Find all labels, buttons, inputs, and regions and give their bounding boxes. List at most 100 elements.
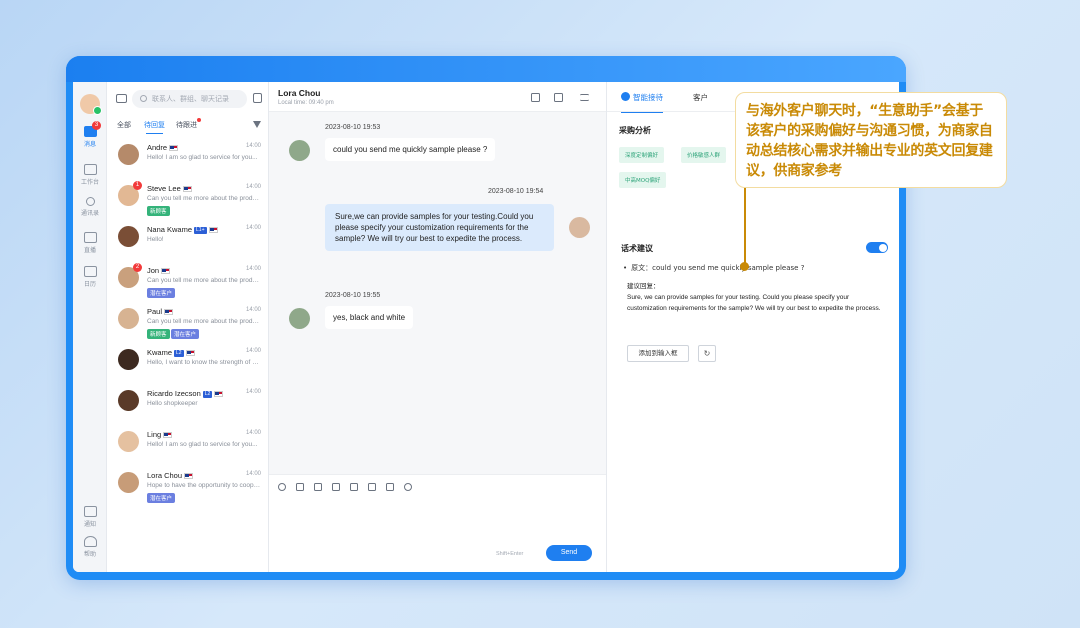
list-item[interactable]: Lora Chou 14:00 Hope to have the opportu…	[107, 465, 269, 506]
time: 14:00	[245, 184, 261, 190]
message-time: 2023-08-10 19:54	[488, 188, 544, 195]
time: 14:00	[245, 307, 261, 313]
conversation-list-pane: 联系人、群组、聊天记录 全部 待回复 待跟进 Andre 14:00 Hello…	[107, 82, 269, 572]
message-list: 2023-08-10 19:53 could you send me quick…	[269, 112, 606, 474]
original-message: 原文：could you send me quickly sample plea…	[623, 263, 804, 273]
rail-item-contacts[interactable]: 通讯录	[73, 197, 107, 217]
contact-avatar	[289, 140, 310, 161]
tab-all[interactable]: 全部	[117, 120, 131, 130]
list-item[interactable]: Paul 14:00 Can you tell me more about th…	[107, 301, 269, 342]
purchase-analysis-title: 采购分析	[619, 126, 651, 135]
name-text: Lora Chou	[147, 471, 183, 480]
preview: Hope to have the opportunity to cooperat…	[147, 482, 261, 489]
grid-icon	[83, 164, 97, 175]
local-time: Local time: 09:40 pm	[278, 100, 334, 106]
address-book-icon[interactable]	[253, 93, 262, 103]
rail-item-help[interactable]: 帮助	[73, 536, 107, 558]
unread-badge: 1	[133, 181, 142, 190]
list-item[interactable]: Ricardo Izecson L2 14:00 Hello shopkeeper	[107, 383, 269, 424]
phone-icon[interactable]	[404, 483, 412, 491]
card-icon[interactable]	[386, 483, 394, 491]
rail-item-live[interactable]: 直播	[73, 232, 107, 254]
rail-item-notify[interactable]: 通知	[73, 506, 107, 528]
contact-name: Steve Lee	[147, 184, 192, 193]
contact-avatar	[289, 308, 310, 329]
preview: Hello, I want to know the strength of yo…	[147, 359, 261, 366]
message-bubble: yes, black and white	[325, 306, 414, 329]
folder-icon[interactable]	[314, 483, 322, 491]
preview: Can you tell me more about the product?	[147, 318, 261, 325]
avatar	[118, 349, 139, 370]
reply-text: Sure, we can provide samples for your te…	[627, 294, 881, 312]
search-icon	[140, 95, 147, 102]
user-avatar[interactable]	[80, 94, 102, 115]
original-text: could you send me quickly sample please …	[652, 264, 805, 272]
search-history-icon[interactable]	[554, 93, 563, 102]
menu-icon[interactable]	[580, 94, 589, 101]
tab-smart-reception[interactable]: 智能接待	[621, 92, 663, 113]
rail-item-label: 日历	[83, 282, 96, 288]
chat-pane: Lora Chou Local time: 09:40 pm 2023-08-1…	[269, 82, 606, 572]
my-avatar	[569, 217, 590, 238]
add-to-input-button[interactable]: 添加到输入框	[627, 345, 689, 362]
message-bubble-mine: Sure,we can provide samples for your tes…	[325, 204, 554, 251]
contact-name: Kwame L2	[147, 348, 195, 357]
send-button[interactable]: Send	[546, 545, 592, 561]
tag: 潜在客户	[147, 493, 176, 503]
suggestion-toggle[interactable]	[866, 242, 888, 253]
search-row: 联系人、群组、聊天记录	[107, 82, 269, 116]
tab-follow-up[interactable]: 待跟进	[176, 118, 201, 130]
contact-name: Nana Kwame L1+	[147, 225, 218, 234]
edit-icon[interactable]	[531, 93, 540, 102]
suggested-reply: 建议回复： Sure, we can provide samples for y…	[627, 281, 882, 314]
list-item[interactable]: Nana Kwame L1+ 14:00 Hello!	[107, 219, 269, 260]
tag: 新顾客	[147, 206, 170, 216]
tab-pending-reply[interactable]: 待回复	[144, 120, 165, 134]
list-item[interactable]: Kwame L2 14:00 Hello, I want to know the …	[107, 342, 269, 383]
rail-item-calendar[interactable]: 日历	[73, 266, 107, 288]
tab-follow-up-label: 待跟进	[176, 121, 197, 129]
rail-item-messages[interactable]: 3 消息	[73, 121, 107, 148]
filter-icon[interactable]	[253, 121, 261, 128]
preference-chip: 价格敏感人群	[681, 147, 727, 163]
list-item[interactable]: 1 Steve Lee 14:00 Can you tell me more a…	[107, 178, 269, 219]
list-item[interactable]: Ling 14:00 Hello! I am so glad to servic…	[107, 424, 269, 465]
time: 14:00	[245, 225, 261, 231]
new-chat-icon[interactable]	[116, 94, 127, 103]
time: 14:00	[245, 143, 261, 149]
emoji-icon[interactable]	[278, 483, 286, 491]
callout-connector	[744, 188, 746, 266]
feature-callout: 与海外客户聊天时，“生意助手”会基于该客户的采购偏好与沟通习惯，为商家自动总结核…	[735, 92, 1007, 188]
preference-chip: 深度定制偏好	[619, 147, 665, 163]
callout-dot	[740, 262, 749, 271]
cube-icon[interactable]	[368, 483, 376, 491]
name-text: Steve Lee	[147, 184, 181, 193]
list-item[interactable]: Andre 14:00 Hello! I am so glad to servi…	[107, 137, 269, 178]
name-text: Paul	[147, 307, 163, 316]
refresh-icon[interactable]: ↻	[698, 345, 716, 362]
preview: Hello! I am so glad to service for you..…	[147, 441, 258, 448]
level-badge: L2	[174, 349, 184, 357]
copy-icon[interactable]	[350, 483, 358, 491]
rail-item-workbench[interactable]: 工作台	[73, 164, 107, 186]
contact-name: Ricardo Izecson L2	[147, 389, 224, 398]
scissors-icon[interactable]	[332, 483, 340, 491]
time: 14:00	[245, 430, 261, 436]
preview: Hello!	[147, 236, 164, 243]
composer[interactable]: Shift+Enter Send	[269, 474, 606, 572]
original-label: 原文：	[631, 264, 653, 272]
tab-customer[interactable]: 客户	[693, 92, 708, 103]
level-badge: L1+	[194, 226, 207, 234]
list-item[interactable]: 2 Jon 14:00 Can you tell me more about t…	[107, 260, 269, 301]
time: 14:00	[245, 348, 261, 354]
rail-item-label: 工作台	[80, 180, 99, 186]
nav-rail: 3 消息 工作台 通讯录 直播 日历 通知 帮助	[73, 82, 107, 572]
image-icon[interactable]	[296, 483, 304, 491]
unread-badge: 3	[92, 121, 101, 130]
preview: Hello shopkeeper	[147, 400, 198, 407]
rail-item-label: 帮助	[83, 552, 96, 558]
contacts-icon	[85, 197, 95, 206]
search-input[interactable]: 联系人、群组、聊天记录	[132, 90, 247, 108]
frame-header	[66, 56, 906, 82]
avatar	[118, 226, 139, 247]
